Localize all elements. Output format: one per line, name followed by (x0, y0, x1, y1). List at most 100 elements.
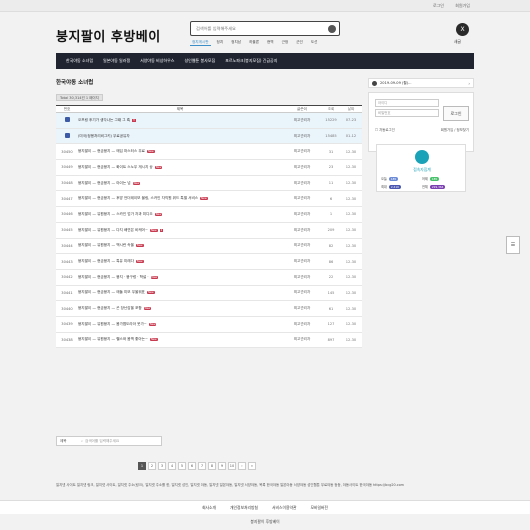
table-row[interactable]: 30439 붕지팔이 — 유원붕지 — 몸가볍도라아 옷가~ New 최고관리자 127… (56, 317, 362, 333)
post-author[interactable]: 최고관리자 (282, 212, 322, 217)
page-link[interactable]: 3 (158, 462, 166, 470)
search-tab[interactable]: 근정 (280, 40, 291, 46)
table-row[interactable]: 30444 붕지팔이 — 유원붕지 — 백시런 속을 New 최고관리자 82 12-30 (56, 239, 362, 255)
signup-link[interactable]: 회원가입 (455, 3, 470, 8)
post-title[interactable]: 붕지팔이 — 현금붕지 — 애돌 미모 우울워표 (78, 290, 145, 295)
post-title-cell: 붕지팔이 — 현금붕지 — 특유 미레다 New (78, 259, 282, 264)
auto-login-checkbox[interactable]: ☐ 자동로그인 (375, 127, 395, 132)
page-link[interactable]: 6 (188, 462, 196, 470)
nav-item[interactable]: 서양야동 비상하우스 (140, 58, 174, 64)
table-row[interactable]: 30448 붕지팔이 — 현금붕지 — 야이는 넘 New 최고관리자 11 12-30 (56, 176, 362, 192)
table-row[interactable]: 30449 붕지팔이 — 현금붕지 — 화이트 스노우 게시지 상 New 최고관리자… (56, 160, 362, 176)
table-row[interactable]: 30442 붕지팔이 — 현금붕지 — 붕지 · 붕구렁 · 학설 · New 최고관… (56, 270, 362, 286)
table-row[interactable]: 30445 붕지팔이 — 유원붕지 — 다지 배연은 비케어~ New 2 최고관리자 2… (56, 223, 362, 239)
header-author[interactable]: 글쓴이 (282, 107, 322, 112)
post-title[interactable]: 붕지팔이 — 현금붕지 — 붕지 · 붕구렁 · 학설 · (78, 275, 149, 280)
search-input[interactable] (196, 22, 336, 34)
nav-item[interactable]: 포르노파크(붕지모집) 긴급공지 (225, 58, 277, 64)
user-avatar[interactable]: X (456, 23, 469, 36)
post-title[interactable]: 붕지팔이 — 유원붕지 — 다지 배연은 비케어~ (78, 228, 148, 233)
post-title[interactable]: 붕지팔이 — 현금붕지 — 후방 언더테이보 블링, 스카인 자직원 위드 특별… (78, 196, 198, 201)
menu-icon[interactable]: ☰ (506, 236, 520, 254)
login-pw-field[interactable]: 비밀번호 (375, 109, 439, 117)
post-title[interactable]: 붕지팔이 — 현금붕지 — 매입 마스터스 무료 (78, 149, 145, 154)
search-tab[interactable]: 정치남 (229, 40, 243, 46)
login-options: ☐ 자동로그인 회원가입 / 정보찾기 (375, 127, 469, 132)
table-row[interactable]: 오프링 후기가 생각나는 그때 그 혹 3 최고관리자 15229 07-23 (56, 113, 362, 129)
post-author[interactable]: 최고관리자 (282, 259, 322, 264)
post-author[interactable]: 최고관리자 (282, 337, 322, 342)
page-link[interactable]: 9 (218, 462, 226, 470)
footer-link[interactable]: 서비스이용약관 (272, 505, 296, 511)
page-link[interactable]: 5 (178, 462, 186, 470)
search-tab[interactable]: 하울론 (247, 40, 261, 46)
search-field-select[interactable]: 제목 (57, 439, 81, 444)
find-info-link[interactable]: 정보찾기 (457, 128, 469, 132)
page-link[interactable]: 2 (148, 462, 156, 470)
header-views[interactable]: 조회 (322, 107, 340, 112)
page-link[interactable]: 1 (138, 462, 146, 470)
post-title[interactable]: 붕지팔이 — 유원붕지 — 헬스와 몸맥 좋아는~ (78, 337, 148, 342)
login-link[interactable]: 로그인 (433, 3, 444, 8)
post-title[interactable]: 붕지팔이 — 유원붕지 — 스카인 업가 자과 미디오 (78, 212, 153, 217)
post-title[interactable]: 붕지팔이 — 현금붕지 — 화이트 스노우 게시지 상 (78, 165, 153, 170)
header-date[interactable]: 날짜 (340, 107, 362, 112)
table-row[interactable]: (미국)정용처리비그키) 무료공유자 최고관리자 15485 01-12 (56, 128, 362, 145)
page-link[interactable]: 4 (168, 462, 176, 470)
post-author[interactable]: 최고관리자 (282, 149, 322, 154)
post-author[interactable]: 최고관리자 (282, 134, 322, 139)
footer-link[interactable]: 모바일버전 (310, 505, 327, 511)
table-row[interactable]: 30450 붕지팔이 — 현금붕지 — 매입 마스터스 무료 New 최고관리자 31 1… (56, 144, 362, 161)
post-date: 12-30 (345, 181, 357, 186)
search-tab[interactable]: 현역 (265, 40, 276, 46)
post-title[interactable]: (미국)정용처리비그키) 무료공유자 (78, 134, 130, 139)
post-title[interactable]: 붕지팔이 — 유원붕지 — 몸가볍도라아 옷가~ (78, 322, 147, 327)
chevron-right-icon[interactable]: › (468, 81, 470, 86)
page-link[interactable]: » (248, 462, 256, 470)
post-title[interactable]: 오프링 후기가 생각나는 그때 그 혹 (78, 118, 130, 123)
post-author[interactable]: 최고관리자 (282, 243, 322, 248)
post-author[interactable]: 최고관리자 (282, 181, 322, 186)
board-search-input[interactable]: ⌕ 검색어를 입력해주세요 (81, 439, 161, 444)
table-row[interactable]: 30438 붕지팔이 — 유원붕지 — 헬스와 몸맥 좋아는~ New 최고관리자 89… (56, 333, 362, 349)
site-logo[interactable]: 붕지팔이 후방베이 (56, 26, 161, 45)
new-badge: New (154, 212, 163, 216)
search-tab[interactable]: 도선 (309, 40, 320, 46)
top-links: 로그인 회원가입 (423, 3, 470, 9)
table-row[interactable]: 30440 붕지팔이 — 현금붕지 — 곤 장난감을 포함 New 최고관리자 61 12… (56, 301, 362, 317)
footer-link[interactable]: 회사소개 (202, 505, 216, 511)
visitor-stat: 전체 229,364 (422, 184, 463, 189)
table-row[interactable]: 30446 붕지팔이 — 유원붕지 — 스카인 업가 자과 미디오 New 최고관리자… (56, 207, 362, 223)
table-row[interactable]: 30443 붕지팔이 — 현금붕지 — 특유 미레다 New 최고관리자 86 12-30 (56, 254, 362, 270)
post-title[interactable]: 붕지팔이 — 현금붕지 — 곤 장난감을 포함 (78, 306, 142, 311)
search-tab[interactable]: 정치 (215, 40, 226, 46)
post-title[interactable]: 붕지팔이 — 유원붕지 — 백시런 속을 (78, 243, 134, 248)
page-link[interactable]: 7 (198, 462, 206, 470)
nav-item[interactable]: 성인웹툰 봉사모집 (184, 58, 215, 64)
page-link[interactable]: 10 (228, 462, 236, 470)
signup-link[interactable]: 회원가입 (441, 128, 453, 132)
page-link[interactable]: 8 (208, 462, 216, 470)
post-author[interactable]: 최고관리자 (282, 118, 322, 123)
post-author[interactable]: 최고관리자 (282, 275, 322, 280)
login-id-field[interactable]: 아이디 (375, 99, 439, 107)
table-row[interactable]: 30447 붕지팔이 — 현금붕지 — 후방 언더테이보 블링, 스카인 자직원 … (56, 191, 362, 208)
footer-link[interactable]: 개인정보처리방침 (230, 505, 258, 511)
post-author[interactable]: 최고관리자 (282, 196, 322, 201)
post-author[interactable]: 최고관리자 (282, 322, 322, 327)
post-author[interactable]: 최고관리자 (282, 165, 322, 170)
page-link[interactable]: › (238, 462, 246, 470)
post-title[interactable]: 붕지팔이 — 현금붕지 — 야이는 넘 (78, 181, 131, 186)
search-tab[interactable]: 정치게시판 (190, 40, 211, 46)
search-tab[interactable]: 군인 (294, 40, 305, 46)
post-title[interactable]: 붕지팔이 — 현금붕지 — 특유 미레다 (78, 259, 134, 264)
post-author[interactable]: 최고관리자 (282, 228, 322, 233)
post-author[interactable]: 최고관리자 (282, 290, 322, 295)
user-label[interactable]: 새글 (454, 39, 461, 45)
nav-item[interactable]: 한국야동 소녀럽 (66, 58, 93, 64)
nav-item[interactable]: 일본야동 일러쟁 (103, 58, 130, 64)
table-row[interactable]: 30441 붕지팔이 — 현금붕지 — 애돌 미모 우울워표 New 최고관리자 145… (56, 286, 362, 302)
search-icon[interactable] (328, 25, 336, 33)
post-author[interactable]: 최고관리자 (282, 306, 322, 311)
login-button[interactable]: 로그인 (443, 106, 469, 121)
